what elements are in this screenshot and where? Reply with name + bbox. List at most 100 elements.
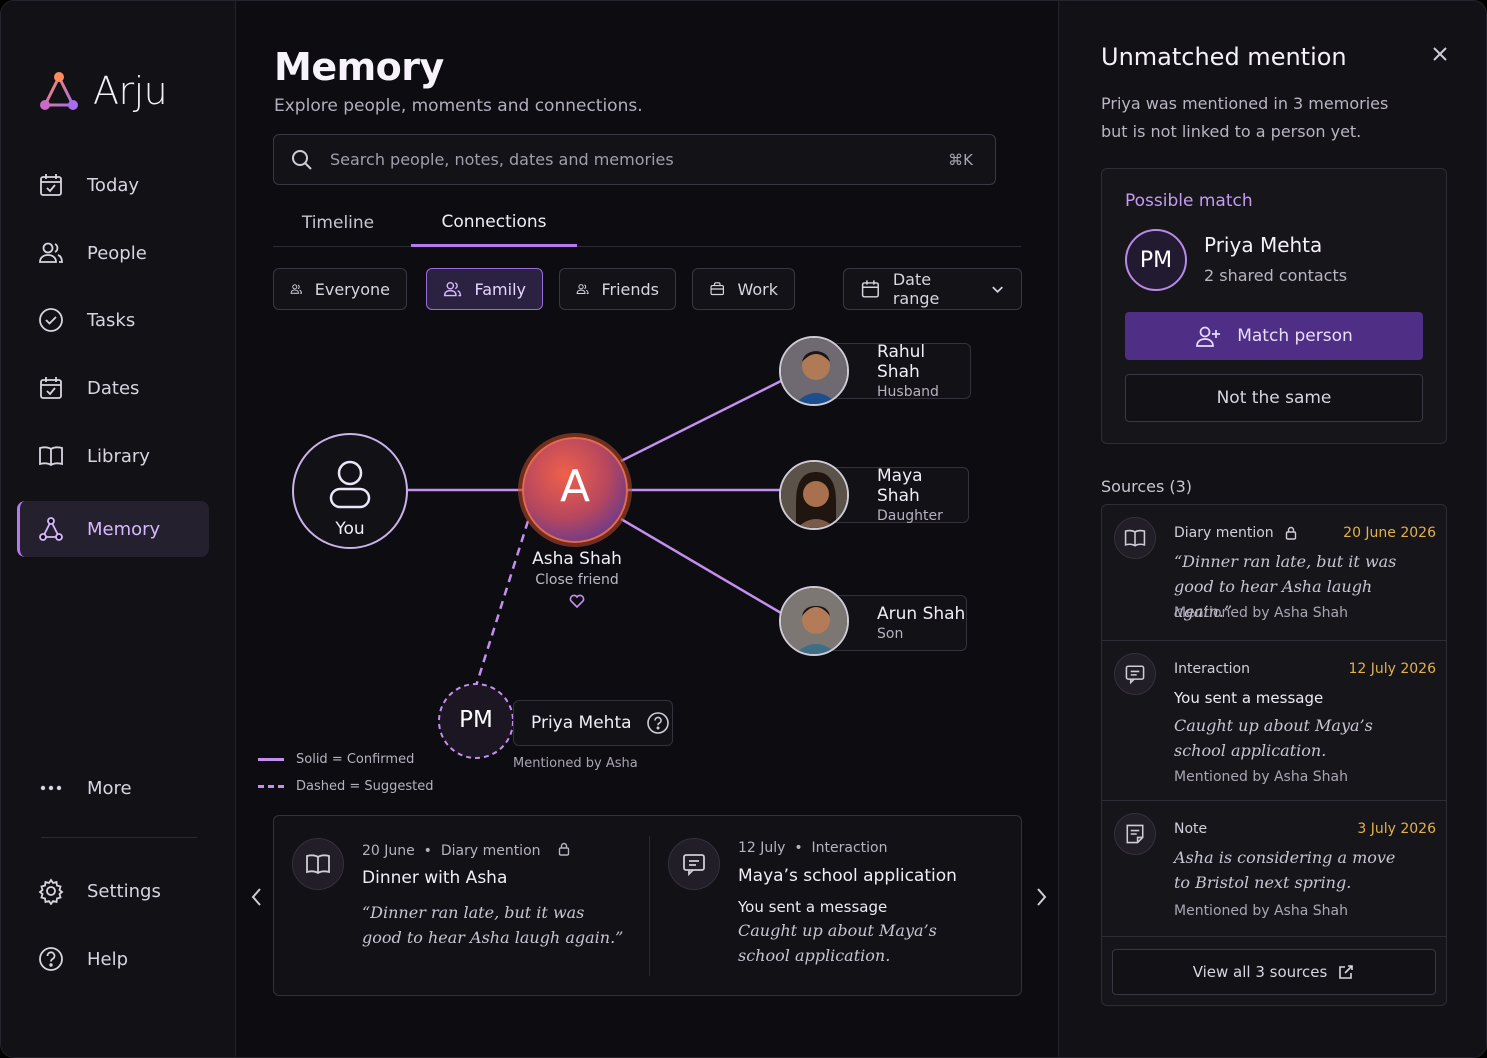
unmatched-panel: Unmatched mention Priya was mentioned in… — [1058, 1, 1486, 1057]
person-name: Arun Shah — [877, 604, 966, 624]
avatar-rahul[interactable] — [779, 336, 849, 406]
card-quote: “Dinner ran late, but it was good to hea… — [362, 903, 624, 947]
sources-list: Diary mention 20 June 2026 “Dinner ran l… — [1101, 504, 1447, 1006]
nav-label: Library — [87, 445, 150, 467]
legend-solid: Solid = Confirmed — [258, 752, 414, 767]
nav-item-settings[interactable]: Settings — [17, 863, 209, 919]
person-role: Husband — [877, 384, 939, 400]
panel-description: Priya was mentioned in 3 memories but is… — [1101, 94, 1389, 141]
priya-mentioned-note: Mentioned by Asha — [513, 756, 638, 771]
you-label: You — [335, 519, 365, 539]
source-date: 3 July 2026 — [1357, 821, 1436, 837]
nav-item-library[interactable]: Library — [17, 428, 209, 484]
nav-item-help[interactable]: Help — [17, 931, 209, 987]
panel-title: Unmatched mention — [1101, 43, 1347, 71]
edge-asha-rahul — [620, 379, 782, 463]
person-role: Daughter — [877, 508, 943, 524]
user-plus-icon — [1196, 326, 1221, 347]
asha-initial: A — [559, 461, 591, 512]
legend-label: Solid = Confirmed — [296, 752, 415, 767]
message-icon — [1114, 653, 1156, 695]
nav-item-memory[interactable]: Memory — [17, 501, 209, 557]
external-link-icon — [1339, 965, 1354, 979]
source-date: 20 June 2026 — [1343, 525, 1436, 541]
heart-icon — [569, 594, 585, 609]
people-icon — [39, 242, 63, 263]
close-panel-button[interactable] — [1431, 41, 1449, 69]
check-circle-icon — [39, 308, 63, 332]
button-label: View all 3 sources — [1192, 963, 1328, 981]
sidebar-divider — [41, 837, 197, 838]
match-meta: 2 shared contacts — [1204, 266, 1348, 285]
brand-name: Arju — [93, 69, 168, 113]
person-name: Rahul Shah — [877, 342, 926, 382]
lock-icon — [1285, 526, 1296, 540]
app-window: Arju Today People Tasks Dates Library Me… — [0, 0, 1487, 1058]
edge-asha-priya-suggested — [474, 520, 530, 687]
memory-network-icon — [39, 517, 63, 541]
not-the-same-button[interactable]: Not the same — [1125, 374, 1423, 422]
source-by: Mentioned by Asha Shah — [1174, 903, 1348, 919]
book-open-icon — [1114, 517, 1156, 559]
source-quote: Caught up about Maya’s school applicatio… — [1174, 716, 1373, 760]
nav-item-tasks[interactable]: Tasks — [17, 292, 209, 348]
source-item[interactable]: Note 3 July 2026 Asha is considering a m… — [1102, 801, 1446, 937]
book-open-icon — [39, 446, 63, 467]
help-circle-icon — [39, 947, 63, 971]
chevron-left-icon — [251, 888, 261, 906]
legend-label: Dashed = Suggested — [296, 779, 434, 794]
source-kind: Note — [1174, 821, 1208, 837]
source-kind: Interaction — [1174, 661, 1250, 677]
match-name: Priya Mehta — [1204, 233, 1323, 257]
source-item[interactable]: Interaction 12 July 2026 You sent a mess… — [1102, 641, 1446, 801]
source-line: You sent a message — [1174, 689, 1324, 707]
nav-item-people[interactable]: People — [17, 225, 209, 281]
avatar-arun[interactable] — [779, 586, 849, 656]
brand[interactable]: Arju — [37, 69, 168, 113]
memory-card-interaction[interactable]: 12 July • Interaction Maya’s school appl… — [650, 816, 1022, 995]
priya-suggested-card[interactable]: Priya Mehta — [513, 700, 673, 746]
arju-logo-icon — [40, 72, 78, 110]
main-content: Memory Explore people, moments and conne… — [236, 1, 1058, 1057]
nav-item-today[interactable]: Today — [17, 157, 209, 213]
nav-label: Tasks — [87, 309, 136, 331]
match-person-button[interactable]: Match person — [1125, 312, 1423, 360]
person-role: Son — [877, 626, 904, 642]
match-avatar: PM — [1125, 229, 1187, 291]
priya-initials: PM — [459, 707, 493, 733]
asha-role: Close friend — [535, 572, 619, 588]
nav-label: Dates — [87, 377, 140, 399]
card-meta: 12 July • Interaction — [738, 840, 888, 856]
source-item[interactable]: Diary mention 20 June 2026 “Dinner ran l… — [1102, 505, 1446, 641]
card-meta: 20 June • Diary mention — [362, 842, 571, 859]
sources-heading: Sources (3) — [1101, 477, 1193, 496]
nav-item-dates[interactable]: Dates — [17, 360, 209, 416]
legend-dashed: Dashed = Suggested — [258, 779, 434, 794]
source-by: Mentioned by Asha Shah — [1174, 769, 1348, 785]
card-quote: Caught up about Maya’s school applicatio… — [738, 921, 937, 965]
view-all-sources-button[interactable]: View all 3 sources — [1112, 949, 1436, 995]
dashed-line-swatch — [258, 785, 284, 788]
memory-cards: 20 June • Diary mention Dinner with Asha… — [273, 815, 1022, 996]
lock-icon — [558, 842, 570, 856]
memory-card-diary[interactable]: 20 June • Diary mention Dinner with Asha… — [274, 816, 648, 995]
nav-label: People — [87, 242, 147, 264]
message-icon — [668, 838, 720, 890]
nav-label: Settings — [87, 880, 161, 902]
nav-label: Today — [87, 174, 140, 196]
next-arrow-button[interactable] — [1033, 886, 1049, 914]
card-title: Dinner with Asha — [362, 868, 508, 888]
avatar-maya[interactable] — [779, 460, 849, 530]
match-heading: Possible match — [1125, 191, 1253, 211]
question-circle-icon[interactable] — [646, 711, 670, 735]
possible-match-box: Possible match PM Priya Mehta 2 shared c… — [1101, 168, 1447, 444]
source-kind: Diary mention — [1174, 525, 1298, 541]
nav-item-more[interactable]: More — [17, 760, 209, 816]
gear-icon — [38, 878, 64, 905]
prev-arrow-button[interactable] — [249, 886, 265, 914]
person-name: Maya Shah — [877, 466, 923, 506]
card-line: You sent a message — [738, 898, 888, 916]
chevron-right-icon — [1037, 888, 1047, 906]
card-title: Maya’s school application — [738, 866, 957, 886]
sidebar: Arju Today People Tasks Dates Library Me… — [1, 1, 236, 1057]
